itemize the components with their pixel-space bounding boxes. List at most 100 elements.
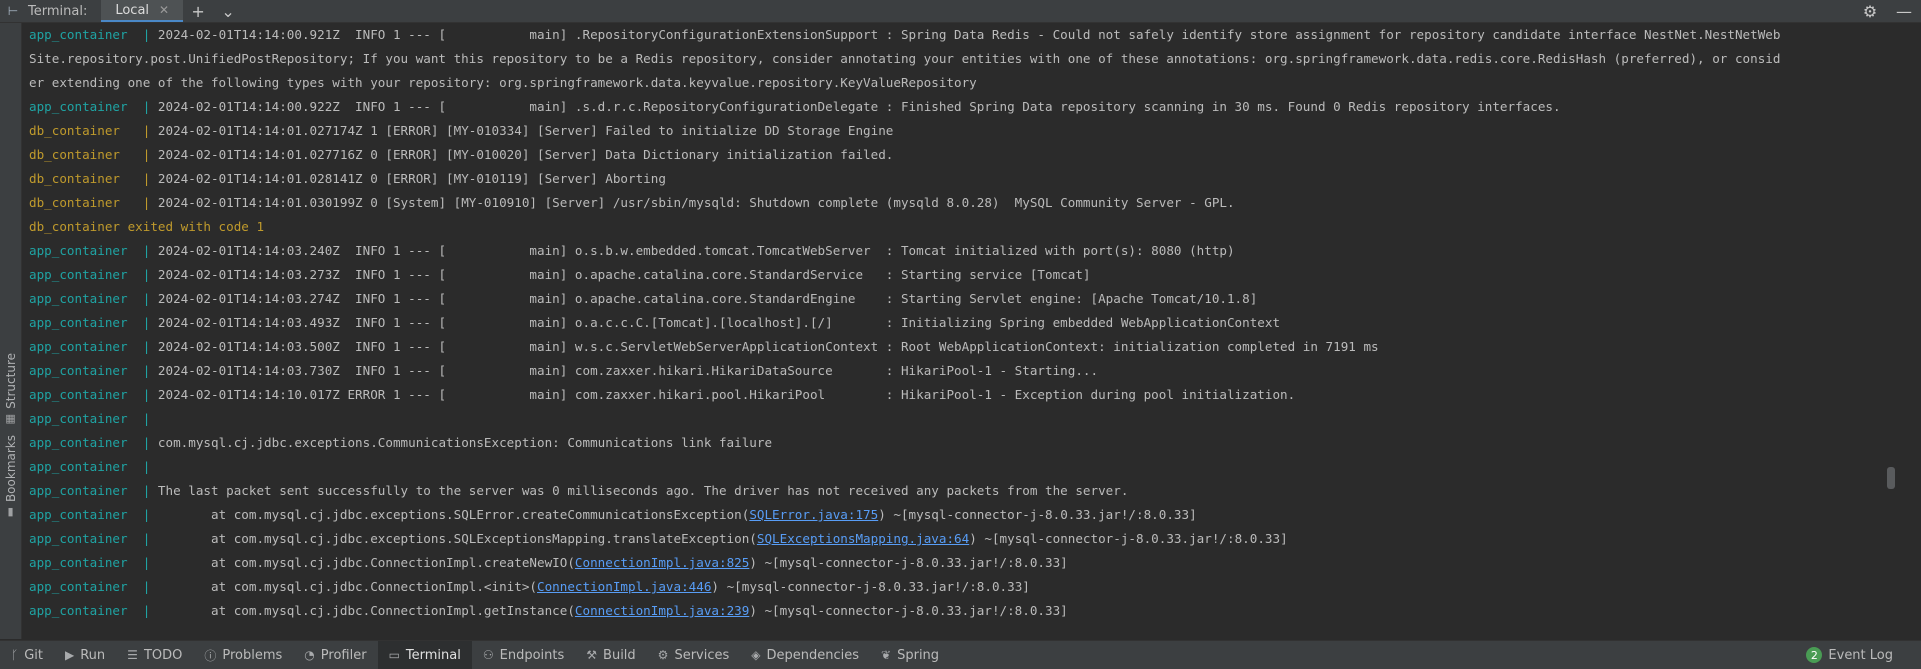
log-text: 2024-02-01T14:14:01.027716Z 0 [ERROR] [M… xyxy=(157,147,894,162)
log-text: db_container exited with code 1 xyxy=(29,219,265,234)
tool-tab-build[interactable]: ⚒ Build xyxy=(575,641,646,669)
run-icon: ▶ xyxy=(65,648,75,662)
container-prefix: app_container xyxy=(29,339,143,354)
log-text: 2024-02-01T14:14:03.273Z INFO 1 --- [ ma… xyxy=(157,267,1091,282)
vertical-scrollbar-thumb[interactable] xyxy=(1887,467,1895,489)
container-prefix: app_container xyxy=(29,99,143,114)
tool-tab-label: Build xyxy=(603,647,636,663)
separator-pipe: | xyxy=(142,363,158,378)
sidebar-item-bookmarks[interactable]: Bookmarks ▮ xyxy=(0,435,21,518)
event-log-button[interactable]: 2 Event Log xyxy=(1806,641,1893,669)
container-prefix: db_container xyxy=(29,171,143,186)
tool-tab-label: Services xyxy=(674,647,730,663)
terminal-line: app_container | at com.mysql.cj.jdbc.exc… xyxy=(22,527,1902,551)
log-text: at com.mysql.cj.jdbc.ConnectionImpl.getI… xyxy=(157,603,575,618)
bookmarks-label: Bookmarks xyxy=(3,435,18,503)
log-text: er extending one of the following types … xyxy=(29,75,977,90)
tool-tab-label: Spring xyxy=(897,647,940,663)
terminal-line: app_container | xyxy=(22,455,1902,479)
tool-tab-terminal[interactable]: ▭ Terminal xyxy=(377,641,472,669)
tool-tab-spring[interactable]: ❦ Spring xyxy=(870,641,950,669)
tool-tab-label: Profiler xyxy=(320,647,367,663)
tool-tab-dependencies[interactable]: ◈ Dependencies xyxy=(740,641,870,669)
terminal-line: db_container | 2024-02-01T14:14:01.02717… xyxy=(22,119,1902,143)
separator-pipe: | xyxy=(142,195,158,210)
tool-tab-todo[interactable]: ☰ TODO xyxy=(116,641,193,669)
source-link[interactable]: ConnectionImpl.java:825 xyxy=(575,555,749,570)
terminal-line: app_container | 2024-02-01T14:14:03.273Z… xyxy=(22,263,1902,287)
tool-tab-label: Problems xyxy=(222,647,283,663)
minimize-icon[interactable]: — xyxy=(1887,0,1921,22)
container-prefix: app_container xyxy=(29,507,143,522)
log-text: 2024-02-01T14:14:00.922Z INFO 1 --- [ ma… xyxy=(157,99,1561,114)
structure-label: Structure xyxy=(3,353,18,409)
container-prefix: app_container xyxy=(29,459,143,474)
profiler-icon: ◔ xyxy=(304,648,315,662)
tool-tab-endpoints[interactable]: ⚇ Endpoints xyxy=(472,641,575,669)
terminal-line: app_container | at com.mysql.cj.jdbc.exc… xyxy=(22,503,1902,527)
separator-pipe: | xyxy=(142,123,158,138)
terminal-line: db_container exited with code 1 xyxy=(22,215,1902,239)
container-prefix: app_container xyxy=(29,411,143,426)
source-link[interactable]: ConnectionImpl.java:239 xyxy=(575,603,749,618)
container-prefix: db_container xyxy=(29,195,143,210)
structure-icon: ▦ xyxy=(5,411,16,425)
log-text: 2024-02-01T14:14:03.240Z INFO 1 --- [ ma… xyxy=(157,243,1235,258)
panel-icon[interactable]: ⊢ xyxy=(0,0,26,22)
separator-pipe: | xyxy=(142,507,158,522)
separator-pipe: | xyxy=(142,171,158,186)
log-text: at com.mysql.cj.jdbc.ConnectionImpl.<ini… xyxy=(157,579,538,594)
tool-window-header: ⊢ Terminal: Local ✕ + ⌄ ⚙ — xyxy=(0,0,1921,23)
separator-pipe: | xyxy=(142,99,158,114)
close-icon[interactable]: ✕ xyxy=(159,3,169,17)
terminal-line: db_container | 2024-02-01T14:14:01.03019… xyxy=(22,191,1902,215)
git-branch-icon: ᚴ xyxy=(11,648,19,662)
log-text: Site.repository.post.UnifiedPostReposito… xyxy=(29,51,1781,66)
log-text: 2024-02-01T14:14:03.730Z INFO 1 --- [ ma… xyxy=(157,363,1099,378)
separator-pipe: | xyxy=(142,315,158,330)
log-text: 2024-02-01T14:14:01.028141Z 0 [ERROR] [M… xyxy=(157,171,666,186)
terminal-line: Site.repository.post.UnifiedPostReposito… xyxy=(22,47,1902,71)
dependencies-icon: ◈ xyxy=(751,648,761,662)
list-icon: ☰ xyxy=(127,648,138,662)
tool-tab-services[interactable]: ⚙ Services xyxy=(647,641,741,669)
plus-icon[interactable]: + xyxy=(183,0,213,22)
tool-tab-problems[interactable]: ⓘ Problems xyxy=(193,641,293,669)
log-text: 2024-02-01T14:14:00.921Z INFO 1 --- [ ma… xyxy=(157,27,1781,42)
container-prefix: app_container xyxy=(29,435,143,450)
container-prefix: app_container xyxy=(29,603,143,618)
log-text: 2024-02-01T14:14:03.493Z INFO 1 --- [ ma… xyxy=(157,315,1281,330)
tab-local[interactable]: Local ✕ xyxy=(101,0,184,22)
container-prefix: app_container xyxy=(29,579,143,594)
gear-icon[interactable]: ⚙ xyxy=(1853,0,1887,22)
chevron-down-icon[interactable]: ⌄ xyxy=(213,0,243,22)
source-link[interactable]: SQLError.java:175 xyxy=(749,507,878,522)
bookmark-icon: ▮ xyxy=(7,505,14,519)
terminal-line: app_container | at com.mysql.cj.jdbc.Con… xyxy=(22,575,1902,599)
container-prefix: app_container xyxy=(29,291,143,306)
tool-tab-git[interactable]: ᚴ Git xyxy=(0,641,54,669)
source-link[interactable]: ConnectionImpl.java:446 xyxy=(537,579,711,594)
terminal-line: app_container | 2024-02-01T14:14:03.730Z… xyxy=(22,359,1902,383)
tool-tab-label: Dependencies xyxy=(766,647,860,663)
problems-icon: ⓘ xyxy=(204,648,217,663)
source-link[interactable]: SQLExceptionsMapping.java:64 xyxy=(757,531,969,546)
container-prefix: app_container xyxy=(29,483,143,498)
separator-pipe: | xyxy=(142,147,158,162)
terminal-line: app_container | 2024-02-01T14:14:03.500Z… xyxy=(22,335,1902,359)
separator-pipe: | xyxy=(142,291,158,306)
tool-tab-profiler[interactable]: ◔ Profiler xyxy=(293,641,377,669)
log-text: 2024-02-01T14:14:03.500Z INFO 1 --- [ ma… xyxy=(157,339,1379,354)
terminal-output[interactable]: app_container | 2024-02-01T14:14:00.921Z… xyxy=(22,23,1902,639)
separator-pipe: | xyxy=(142,243,158,258)
log-text: 2024-02-01T14:14:01.030199Z 0 [System] [… xyxy=(157,195,1235,210)
container-prefix: app_container xyxy=(29,315,143,330)
tool-tab-run[interactable]: ▶ Run xyxy=(54,641,116,669)
terminal-icon: ▭ xyxy=(388,648,400,662)
log-text: at com.mysql.cj.jdbc.exceptions.SQLExcep… xyxy=(157,531,757,546)
log-text: The last packet sent successfully to the… xyxy=(157,483,1129,498)
sidebar-item-structure[interactable]: Structure ▦ xyxy=(0,353,21,425)
separator-pipe: | xyxy=(142,555,158,570)
terminal-line: app_container | 2024-02-01T14:14:03.493Z… xyxy=(22,311,1902,335)
terminal-line: app_container | 2024-02-01T14:14:03.240Z… xyxy=(22,239,1902,263)
